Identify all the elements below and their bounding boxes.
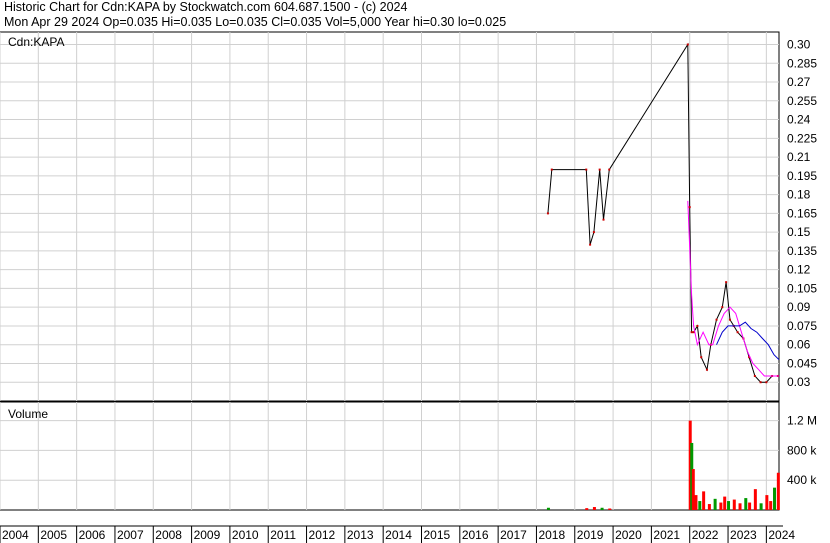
price-point [602, 218, 605, 221]
volume-bar [592, 507, 596, 510]
price-tick-label: 0.285 [787, 56, 817, 70]
volume-bar [723, 496, 727, 510]
price-tick-label: 0.165 [787, 206, 817, 220]
volume-bar [713, 498, 717, 510]
x-tick-label: 2021 [653, 528, 680, 542]
volume-tick-label: 1.2 M [787, 414, 817, 428]
price-point [728, 318, 731, 321]
historic-chart: 0.30 0.285 0.27 0.255 0.24 0.225 0.21 0.195 0.18… [0, 31, 817, 543]
x-tick-label: 2012 [309, 528, 336, 542]
price-tick-label: 0.18 [787, 188, 811, 202]
x-tick-label: 2016 [462, 528, 489, 542]
x-tick-label: 2015 [423, 528, 450, 542]
price-point [550, 168, 553, 171]
price-point [690, 331, 693, 334]
price-tick-label: 0.30 [787, 38, 811, 52]
price-tick-label: 0.195 [787, 169, 817, 183]
volume-bar [698, 501, 702, 510]
price-point [725, 281, 728, 284]
price-point [715, 318, 718, 321]
price-tick-label: 0.255 [787, 94, 817, 108]
volume-panel-frame [0, 401, 780, 511]
price-tick-label: 0.105 [787, 281, 817, 295]
price-point [598, 168, 601, 171]
price-point [546, 212, 549, 215]
volume-bar [748, 502, 752, 510]
volume-bar [773, 487, 777, 510]
price-point [765, 381, 768, 384]
price-tick-label: 0.075 [787, 319, 817, 333]
price-tick-label: 0.09 [787, 300, 811, 314]
volume-bar [765, 495, 769, 510]
volume-bar [727, 501, 731, 510]
x-tick-label: 2005 [40, 528, 67, 542]
price-tick-label: 0.12 [787, 263, 811, 277]
x-tick-label: 2019 [577, 528, 604, 542]
x-tick-label: 2013 [347, 528, 374, 542]
volume-bar [702, 491, 706, 510]
volume-bar [719, 502, 723, 510]
price-tick-label: 0.27 [787, 75, 811, 89]
price-point [759, 381, 762, 384]
volume-bar [585, 508, 589, 510]
price-point [686, 43, 689, 46]
volume-bar [759, 503, 763, 510]
x-tick-label: 2008 [155, 528, 182, 542]
volume-panel-title: Volume [8, 407, 48, 421]
x-tick-label: 2024 [768, 528, 795, 542]
price-tick-label: 0.03 [787, 375, 811, 389]
volume-bar [744, 498, 748, 510]
volume-bar [738, 503, 742, 510]
price-tick-label: 0.15 [787, 225, 811, 239]
x-tick-label: 2017 [500, 528, 527, 542]
price-point [736, 331, 739, 334]
price-point [721, 306, 724, 309]
price-tick-label: 0.24 [787, 113, 811, 127]
price-point [608, 168, 611, 171]
volume-tick-label: 400 k [787, 473, 817, 487]
price-panel-title: Cdn:KAPA [8, 35, 64, 49]
price-point [592, 231, 595, 234]
x-tick-label: 2006 [79, 528, 106, 542]
price-tick-label: 0.135 [787, 244, 817, 258]
volume-bar [753, 489, 757, 510]
volume-bar [694, 495, 698, 510]
volume-bar [732, 499, 736, 510]
volume-bar [608, 508, 612, 510]
volume-bar [600, 507, 604, 510]
price-point [696, 324, 699, 327]
volume-bar [691, 469, 695, 510]
x-tick-label: 2020 [615, 528, 642, 542]
price-point [700, 356, 703, 359]
x-tick-label: 2009 [194, 528, 221, 542]
price-tick-label: 0.06 [787, 338, 811, 352]
volume-bar [546, 507, 550, 510]
price-point [705, 368, 708, 371]
x-tick-label: 2014 [385, 528, 412, 542]
volume-bar [769, 501, 773, 510]
volume-bar [776, 472, 780, 510]
x-tick-label: 2022 [692, 528, 719, 542]
volume-tick-label: 800 k [787, 443, 817, 457]
x-tick-label: 2007 [117, 528, 144, 542]
price-tick-label: 0.21 [787, 150, 811, 164]
price-point [688, 206, 691, 209]
x-tick-label: 2010 [232, 528, 259, 542]
price-point [589, 243, 592, 246]
price-tick-label: 0.225 [787, 131, 817, 145]
price-panel-frame [0, 31, 780, 402]
price-point [753, 374, 756, 377]
price-point [585, 168, 588, 171]
x-tick-label: 2023 [730, 528, 757, 542]
x-tick-label: 2004 [2, 528, 29, 542]
volume-bar [707, 504, 711, 510]
price-tick-label: 0.045 [787, 356, 817, 370]
x-tick-label: 2011 [270, 528, 296, 542]
x-tick-label: 2018 [538, 528, 565, 542]
